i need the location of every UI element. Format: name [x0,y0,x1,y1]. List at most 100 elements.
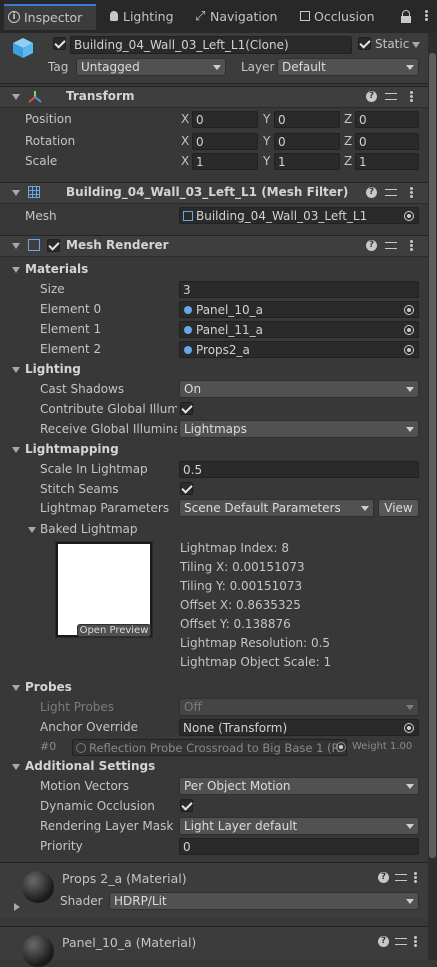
presets-icon[interactable] [395,936,407,947]
transform-fold-icon[interactable] [12,94,20,100]
additional-settings-section-label[interactable]: Additional Settings [25,759,155,773]
rotation-y-field[interactable]: 0 [274,133,340,150]
axis-z-label: Z [344,154,353,168]
presets-icon[interactable] [385,240,397,251]
element-1-label: Element 1 [40,322,102,336]
component-menu-icon[interactable] [414,872,417,883]
receive-gi-dropdown[interactable]: Lightmaps [179,420,419,438]
scale-x-field[interactable]: 1 [192,153,258,170]
motion-vectors-dropdown[interactable]: Per Object Motion [179,777,419,795]
presets-icon[interactable] [385,187,397,198]
probes-section-label[interactable]: Probes [25,680,72,694]
materials-section-label[interactable]: Materials [25,262,88,276]
component-menu-icon[interactable] [410,187,413,198]
materials-size-field[interactable]: 3 [179,281,419,298]
view-button[interactable]: View [378,499,419,517]
tab-occlusion[interactable]: Occlusion [300,5,390,29]
stitch-seams-label: Stitch Seams [40,482,119,496]
anchor-picker-icon[interactable] [404,723,414,733]
materials-fold-icon[interactable] [12,267,20,273]
inspector-scrollbar[interactable] [428,33,437,960]
lightmap-params-dropdown[interactable]: Scene Default Parameters [179,499,374,517]
mesh-picker-icon[interactable] [404,211,414,221]
axis-z-label: Z [344,134,353,148]
mesh-object-field[interactable]: Building_04_Wall_03_Left_L1 [179,207,419,224]
tag-dropdown[interactable]: Untagged [76,58,226,76]
help-icon[interactable]: ? [366,187,377,198]
dynamic-occlusion-checkbox[interactable] [180,799,193,812]
scale-y-field[interactable]: 1 [274,153,340,170]
baked-lightmap-fold-icon[interactable] [28,527,36,533]
tab-navigation[interactable]: ⤢ Navigation [195,5,295,29]
material-props2-section: Props 2_a (Material) ? Shader HDRP/Lit [0,863,428,918]
priority-field[interactable]: 0 [179,838,419,855]
mesh-renderer-fold-icon[interactable] [12,243,20,249]
help-icon[interactable]: ? [378,872,389,883]
component-menu-icon[interactable] [414,936,417,947]
component-menu-icon[interactable] [410,240,413,251]
element-1-field[interactable]: Panel_11_a [179,321,419,338]
position-label: Position [25,112,72,126]
help-icon[interactable]: ? [366,91,377,102]
cast-shadows-dropdown[interactable]: On [179,380,419,398]
mesh-label: Mesh [25,209,57,223]
rendering-layer-dropdown[interactable]: Light Layer default [179,817,419,835]
element-2-picker-icon[interactable] [404,345,414,355]
open-preview-button[interactable]: Open Preview [77,624,151,637]
mesh-filter-header[interactable]: Building_04_Wall_03_Left_L1 (Mesh Filter… [0,182,428,204]
element-1-picker-icon[interactable] [404,325,414,335]
lightmap-object-scale-text: Lightmap Object Scale: 1 [180,655,332,669]
probes-fold-icon[interactable] [12,685,20,691]
position-x-field[interactable]: 0 [192,111,258,128]
material-preview-sphere-icon [22,935,54,967]
tab-inspector[interactable]: i Inspector [4,4,96,30]
element-2-field[interactable]: Props2_a [179,341,419,358]
layer-dropdown[interactable]: Default [277,58,419,76]
scale-in-lightmap-field[interactable]: 0.5 [179,461,419,478]
transform-header[interactable]: Transform ? [0,86,428,108]
rotation-label: Rotation [25,134,76,148]
rotation-z-field[interactable]: 0 [355,133,419,150]
anchor-override-field[interactable]: None (Transform) [179,719,419,736]
scrollbar-thumb[interactable] [429,53,436,858]
additional-settings-fold-icon[interactable] [12,764,20,770]
receive-gi-label: Receive Global Illuminati [40,422,177,436]
lightmapping-fold-icon[interactable] [12,447,20,453]
help-icon[interactable]: ? [366,240,377,251]
presets-icon[interactable] [395,872,407,883]
lighting-fold-icon[interactable] [12,367,20,373]
active-checkbox[interactable] [53,37,66,50]
object-header: Building_04_Wall_03_Left_L1(Clone) Stati… [0,33,428,84]
mesh-renderer-enabled-checkbox[interactable] [47,239,60,252]
shader-dropdown[interactable]: HDRP/Lit [109,892,419,910]
contribute-gi-checkbox[interactable] [180,402,193,415]
position-y-field[interactable]: 0 [274,111,340,128]
element-2-label: Element 2 [40,342,102,356]
mesh-filter-fold-icon[interactable] [12,190,20,196]
tab-lighting[interactable]: Lighting [108,5,188,29]
tab-menu-icon[interactable] [425,10,428,21]
static-checkbox[interactable] [358,37,371,50]
stitch-seams-checkbox[interactable] [180,482,193,495]
position-z-field[interactable]: 0 [355,111,419,128]
light-probes-dropdown: Off [179,698,419,716]
element-0-picker-icon[interactable] [404,305,414,315]
lighting-section-label[interactable]: Lighting [25,362,81,376]
offset-y-text: Offset Y: 0.138876 [180,617,291,631]
object-name-field[interactable]: Building_04_Wall_03_Left_L1(Clone) [70,36,352,54]
element-0-field[interactable]: Panel_10_a [179,301,419,318]
mesh-renderer-header[interactable]: Mesh Renderer ? [0,235,428,257]
material-fold-icon[interactable] [14,903,20,911]
presets-icon[interactable] [385,91,397,102]
priority-label: Priority [40,839,83,853]
help-icon[interactable]: ? [378,936,389,947]
static-dropdown-icon[interactable] [412,42,420,48]
tiling-y-text: Tiling Y: 0.00151073 [180,579,303,593]
component-menu-icon[interactable] [410,91,413,102]
rotation-x-field[interactable]: 0 [192,133,258,150]
material-sphere-icon [184,346,192,354]
material-panel10-section: Panel_10_a (Material) ? [0,927,428,967]
baked-lightmap-label[interactable]: Baked Lightmap [40,522,138,536]
lightmapping-section-label[interactable]: Lightmapping [25,442,119,456]
scale-z-field[interactable]: 1 [355,153,419,170]
